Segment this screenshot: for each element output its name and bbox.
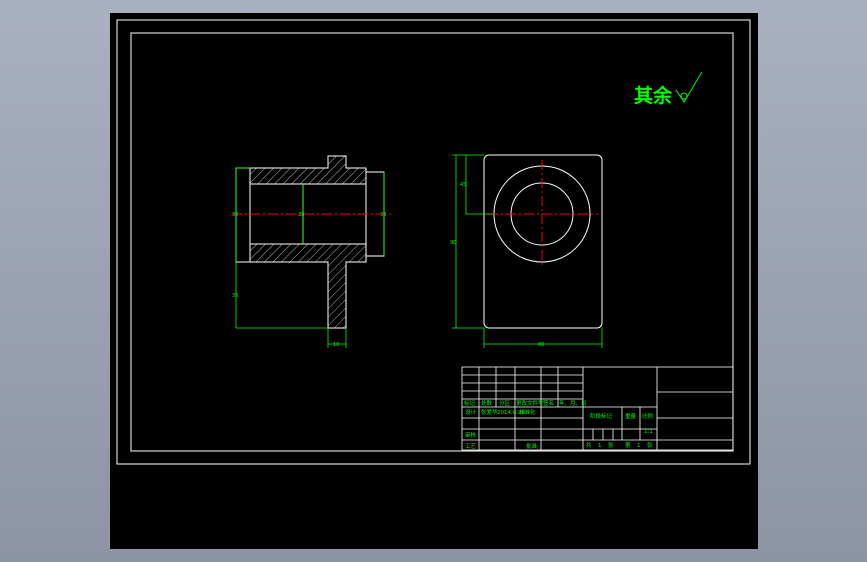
dim-front-bottom-height: 36 — [232, 293, 238, 299]
hatch-flange — [328, 262, 346, 328]
tb-sheet-index-prefix: 第 — [625, 441, 631, 449]
tb-date-head: 年、月、日 — [559, 399, 587, 407]
roughness-note-text: 其余 — [634, 84, 673, 107]
hatch-boss — [328, 156, 346, 168]
dim-side-center: 45 — [460, 182, 466, 188]
dim-front-right: 38 — [380, 212, 386, 218]
tb-mark: 标记 — [464, 399, 476, 407]
hatch-top — [250, 168, 366, 184]
tb-process-label: 工艺 — [465, 443, 477, 450]
dim-front-flange: 10 — [333, 342, 339, 348]
cad-drawing-viewport[interactable]: 其余 32 20 38 36 10 90 45 80 标记 处数 分区 更改文件… — [0, 0, 867, 562]
dim-front-mid: 20 — [298, 212, 304, 218]
tb-designer-name: 张爱华 — [481, 408, 498, 416]
tb-sheet-index: 1 — [637, 443, 641, 449]
dim-side-width: 80 — [538, 342, 544, 348]
tb-scale-value: 1:1 — [644, 429, 653, 435]
tb-sheet-unit1: 张 — [608, 441, 614, 449]
tb-count: 处数 — [481, 399, 493, 407]
tb-sheet-total-prefix: 共 — [586, 441, 592, 449]
tb-weight-label: 重量 — [625, 412, 637, 420]
tb-sheet-unit2: 张 — [647, 441, 653, 449]
tb-zone: 分区 — [499, 399, 511, 407]
tb-sign: 签名 — [543, 399, 554, 407]
tb-stage-label: 阶段标记 — [590, 412, 613, 420]
tb-change-doc: 更改文件号 — [516, 399, 544, 407]
tb-standardize: 标准化 — [519, 408, 536, 416]
tb-sheet-total: 1 — [598, 443, 602, 449]
hatch-bottom — [250, 244, 366, 262]
dim-side-height: 90 — [450, 240, 456, 246]
tb-scale-label: 比例 — [642, 412, 654, 420]
tb-designer-label: 设计 — [465, 408, 477, 416]
dim-front-left: 32 — [232, 212, 238, 218]
tb-review-label: 审核 — [465, 431, 477, 439]
tb-approve-label: 批准 — [526, 442, 538, 450]
